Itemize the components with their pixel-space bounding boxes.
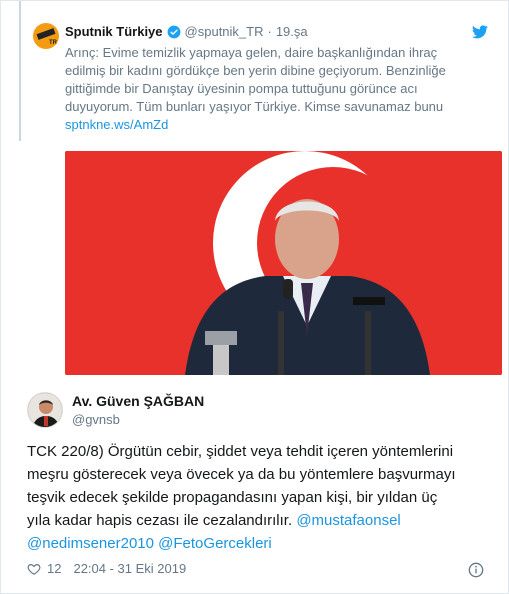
mention-link[interactable]: @mustafaonsel	[296, 512, 400, 529]
tweet-timestamp[interactable]: 22:04 - 31 Eki 2019	[73, 561, 186, 576]
avatar-image	[28, 393, 62, 427]
quote-rail	[19, 1, 21, 141]
author-handle[interactable]: @gvnsb	[72, 412, 120, 427]
mention-link[interactable]: @FetoGercekleri	[158, 535, 272, 552]
like-count[interactable]: 12	[47, 561, 61, 576]
quoted-timestamp[interactable]: 19.şa	[276, 24, 308, 39]
twitter-bird-icon[interactable]	[472, 25, 488, 39]
info-icon[interactable]	[468, 562, 484, 578]
quoted-photo[interactable]	[65, 151, 502, 375]
quoted-tweet[interactable]: TR Sputnik Türkiye @sputnik_TR · 19.şa A…	[19, 1, 502, 385]
tweet-card: TR Sputnik Türkiye @sputnik_TR · 19.şa A…	[0, 0, 509, 594]
quoted-author-name[interactable]: Sputnik Türkiye	[65, 24, 163, 39]
quoted-avatar[interactable]: TR	[33, 23, 59, 49]
tweet-footer: 12 22:04 - 31 Eki 2019	[27, 561, 186, 576]
tweet-text: TCK 220/8) Örgütün cebir, şiddet veya te…	[27, 443, 456, 552]
verified-badge-icon	[167, 25, 180, 38]
quoted-tweet-text: Arınç: Evime temizlik yapmaya gelen, dai…	[65, 45, 446, 114]
quoted-link[interactable]: sptnkne.ws/AmZd	[65, 117, 168, 132]
quoted-author-handle[interactable]: @sputnik_TR	[185, 24, 264, 39]
mention-link[interactable]: @nedimsener2010	[27, 535, 154, 552]
author-avatar[interactable]	[27, 392, 63, 428]
photo-illustration	[65, 151, 502, 375]
separator-dot: ·	[267, 24, 272, 39]
heart-icon[interactable]	[27, 562, 41, 576]
author-name[interactable]: Av. Güven ŞAĞBAN	[72, 393, 204, 409]
